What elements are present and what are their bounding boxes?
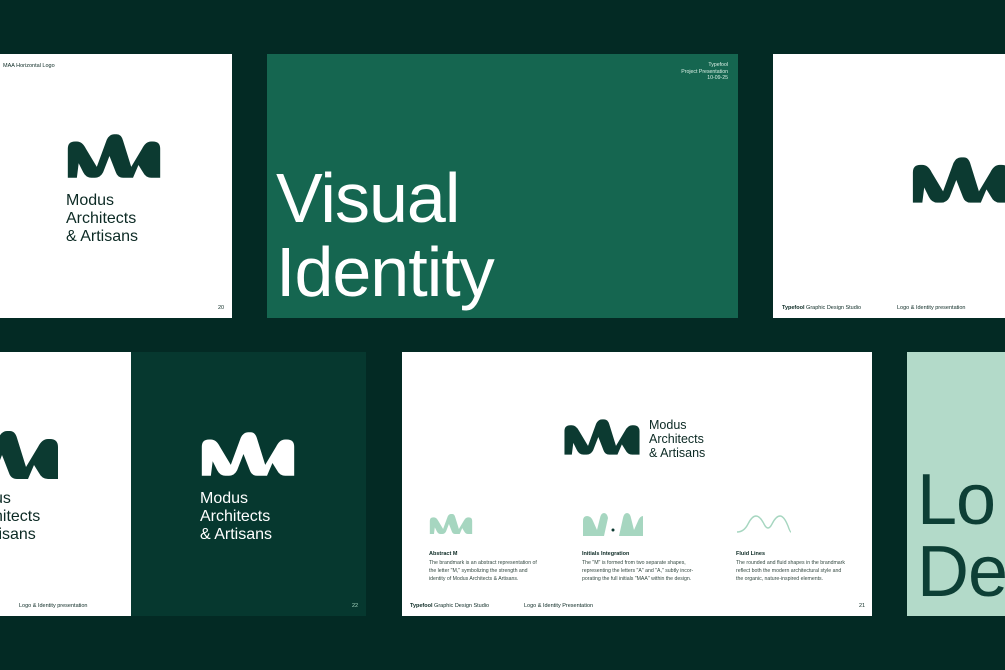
footer-section: Logo & Identity Presentation [524, 603, 594, 609]
slide-split-white: us hitects tisans Logo & Identity presen… [0, 352, 131, 616]
studio-name: Typefool [782, 305, 805, 311]
title-line-2: Identity [276, 233, 495, 311]
title-line-1: Visual [276, 159, 460, 237]
feature-title: Initials Integration [582, 551, 630, 557]
slide-logo-right: Typefool Graphic Design Studio Logo & Id… [773, 54, 1005, 318]
page-number: 21 [859, 603, 866, 609]
footer-section: Logo & Identity presentation [19, 603, 88, 609]
modus-m-logo-icon [0, 431, 58, 479]
large-word-line-1: Lo [917, 460, 996, 540]
slide-visual-identity: Typefool Project Presentation 10-09-25 V… [267, 54, 738, 318]
brand-name: Modus Architects & Artisans [66, 192, 139, 245]
fluid-lines-icon [736, 515, 792, 533]
slide-horizontal-logo: MAA Horizontal Logo Modus Architects & A… [0, 54, 232, 318]
large-word-line-2: De [917, 532, 1005, 612]
feature-desc: The brandmark is an abstract representat… [429, 560, 537, 582]
project-meta: Typefool Project Presentation 10-09-25 [681, 62, 728, 82]
page: { "colors": { "background": "#032a24", "… [0, 0, 1005, 670]
feature-title: Abstract M [429, 551, 458, 557]
brand-name-white: Modus Architects & Artisans [200, 490, 273, 543]
initials-integration-icon [583, 513, 643, 536]
feature-title: Fluid Lines [736, 551, 766, 557]
studio-descriptor: Graphic Design Studio [806, 305, 862, 311]
brand-name-partial: us hitects tisans [0, 490, 41, 543]
page-number: 20 [218, 305, 225, 311]
page-number: 22 [352, 603, 359, 609]
modus-m-logo-icon [201, 432, 295, 476]
modus-m-logo-icon [67, 134, 161, 178]
footer-studio: Typefool Graphic Design Studio [410, 603, 489, 609]
studio-name: Typefool [410, 603, 433, 609]
abstract-m-icon [429, 514, 473, 534]
brand-name-lockup: Modus Architects & Artisans [649, 418, 706, 460]
feature-desc: The rounded and fluid shapes in the bran… [736, 560, 846, 582]
slide-label: MAA Horizontal Logo [3, 63, 55, 69]
slide-logo-concept: Modus Architects & Artisans Abstract M T… [402, 352, 872, 616]
footer-section: Logo & Identity presentation [897, 305, 966, 311]
studio-descriptor: Graphic Design Studio [434, 603, 490, 609]
slide-split-dark: Modus Architects & Artisans 22 [131, 352, 366, 616]
slide-mint-typography: Lo De [907, 352, 1005, 616]
modus-m-logo-icon [564, 419, 640, 455]
meta-date: 10-09-25 [707, 75, 728, 81]
feature-desc: The "M" is formed from two separate shap… [582, 560, 694, 582]
modus-m-logo-icon [912, 157, 1005, 203]
footer-studio: Typefool Graphic Design Studio [782, 305, 861, 311]
